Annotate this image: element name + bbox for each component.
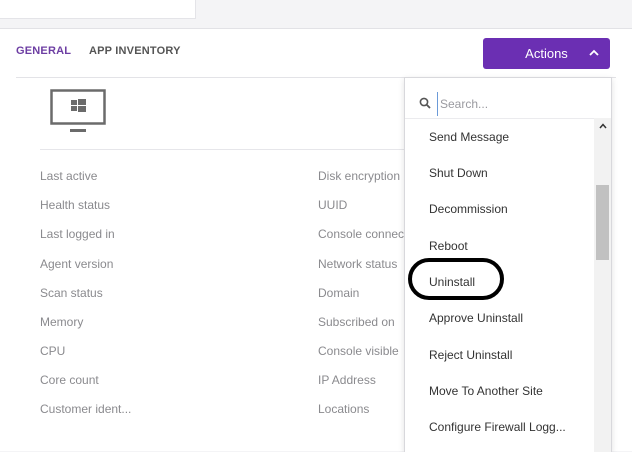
label-network-status: Network status <box>318 257 398 271</box>
actions-button-label: Actions <box>525 46 568 61</box>
menu-item-reboot[interactable]: Reboot <box>429 239 468 253</box>
label-ip-address: IP Address <box>318 373 376 387</box>
label-uuid: UUID <box>318 198 348 212</box>
label-health-status: Health status <box>40 198 111 212</box>
menu-item-reject-uninstall[interactable]: Reject Uninstall <box>429 348 512 362</box>
label-last-logged-in: Last logged in <box>40 227 115 241</box>
top-bar <box>0 0 632 29</box>
label-last-active: Last active <box>40 169 98 183</box>
label-locations: Locations <box>318 402 370 416</box>
top-bar-panel <box>0 0 196 19</box>
label-core-count: Core count <box>40 373 99 387</box>
label-scan-status: Scan status <box>40 286 103 300</box>
scroll-up-arrow-icon[interactable] <box>599 122 607 130</box>
dropdown-scrollbar[interactable] <box>594 118 611 452</box>
label-memory: Memory <box>40 315 84 329</box>
tab-app-inventory[interactable]: APP INVENTORY <box>89 45 181 57</box>
windows-monitor-icon <box>50 89 106 132</box>
label-subscribed-on: Subscribed on <box>318 315 395 329</box>
menu-item-shut-down[interactable]: Shut Down <box>429 166 488 180</box>
dropdown-search-input[interactable] <box>437 92 602 116</box>
dropdown-search-row <box>405 78 611 119</box>
label-cpu: CPU <box>40 344 66 358</box>
actions-button[interactable]: Actions <box>483 38 610 69</box>
label-agent-version: Agent version <box>40 257 114 271</box>
chevron-up-icon <box>589 49 599 56</box>
label-console-connected: Console connected <box>318 227 404 241</box>
uninstall-highlight-circle <box>408 258 504 300</box>
label-customer-identifier: Customer ident... <box>40 402 132 416</box>
menu-item-send-message[interactable]: Send Message <box>429 130 509 144</box>
search-icon <box>419 97 431 109</box>
scrollbar-thumb[interactable] <box>596 185 609 260</box>
label-console-visible: Console visible <box>318 344 399 358</box>
menu-item-approve-uninstall[interactable]: Approve Uninstall <box>429 311 523 325</box>
label-domain: Domain <box>318 286 360 300</box>
details-divider <box>40 149 410 150</box>
menu-item-move-to-another-site[interactable]: Move To Another Site <box>429 384 543 398</box>
label-disk-encryption: Disk encryption <box>318 169 401 183</box>
menu-item-configure-firewall-logging[interactable]: Configure Firewall Logg... <box>429 420 566 434</box>
tab-general[interactable]: GENERAL <box>16 45 71 57</box>
menu-item-decommission[interactable]: Decommission <box>429 202 508 216</box>
